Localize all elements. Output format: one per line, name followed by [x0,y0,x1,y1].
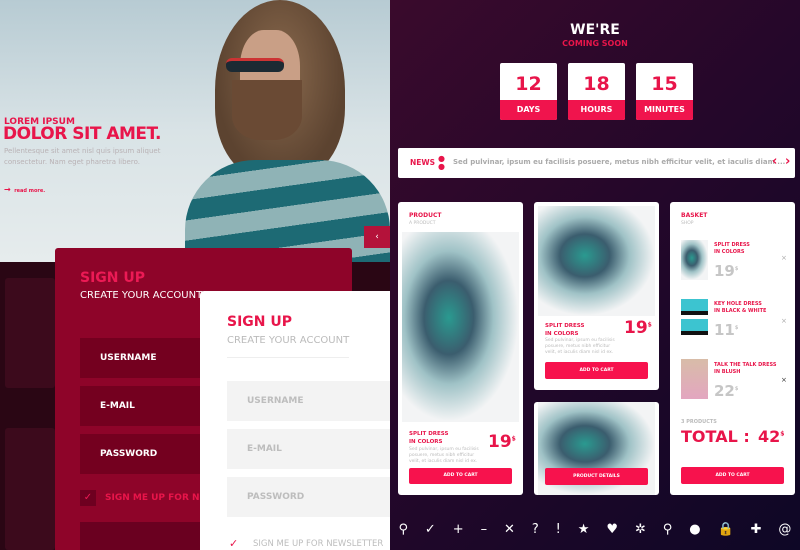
background-card [5,428,55,550]
coming-soon-title: WE'RE [570,22,620,38]
total-label: TOTAL : [681,427,750,446]
add-to-cart-button[interactable]: ADD TO CART [545,362,648,379]
item-name: KEY HOLE DRESS IN BLACK & WHITE [714,301,767,314]
star-icon[interactable]: ★ [578,522,590,537]
item-thumbnail [681,240,708,280]
news-label: NEWS [410,158,436,167]
hero-photo-glasses [226,58,284,72]
remove-item-icon[interactable]: × [781,317,787,325]
check-icon: ✓ [83,492,93,503]
item-name: SPLIT DRESS IN COLORS [714,242,750,255]
hero-slider: LOREM IPSUM DOLOR SIT AMET. Pellentesque… [0,0,390,262]
background-card [5,278,55,388]
product-description: Sed pulvinar, ipsum eu facilisis posuere… [545,338,615,355]
product-card-large: PRODUCT A PRODUCT SPLIT DRESS IN COLORS S… [398,202,523,495]
news-next-button[interactable]: › [785,154,790,169]
plus-bold-icon[interactable]: ✚ [751,522,762,537]
basket-card: BASKET SHOP SPLIT DRESS IN COLORS 19$ × K… [670,202,795,495]
search-icon[interactable]: ⚲ [398,522,408,537]
exclamation-icon[interactable]: ! [556,522,561,537]
add-to-cart-button[interactable]: ADD TO CART [681,467,784,484]
slider-prev-button[interactable]: ‹ [364,226,390,248]
arrow-right-icon: → [4,185,11,194]
username-field[interactable]: USERNAME [227,381,390,421]
product-image[interactable] [538,206,655,316]
newsletter-checkbox[interactable]: ✓ [80,490,96,506]
lock-icon[interactable]: 🔒 [717,522,733,537]
signup-title: SIGN UP [80,270,146,286]
chat-icon[interactable]: ● [689,522,700,537]
dots-icon: ● ● [438,154,445,171]
hero-photo-shirt [185,160,390,262]
heart-icon[interactable]: ♥ [606,522,618,537]
newsletter-label: SIGN ME UP FOR NEWSLETTER [253,539,384,549]
item-price: 22$ [714,382,739,400]
product-price: 19$ [488,432,516,452]
countdown-value: 12 [515,73,542,95]
product-count: 3 PRODUCTS [681,419,717,425]
basket-title: BASKET [681,212,708,219]
product-card: SPLIT DRESS IN COLORS Sed pulvinar, ipsum… [534,202,659,390]
divider [227,357,349,358]
news-prev-button[interactable]: ‹ [772,154,777,169]
password-field[interactable]: PASSWORD [227,477,390,517]
location-pin-icon[interactable]: ⚲ [663,522,673,537]
remove-item-icon[interactable]: × [781,376,787,384]
news-ticker: NEWS ● ● Sed pulvinar, ipsum eu facilisis… [398,148,795,178]
countdown-value: 15 [651,73,678,95]
icon-bar: ⚲ ✓ + – ✕?! ★ ♥ ✲ ⚲ ● 🔒 ✚ @ [390,522,800,537]
basket-subtitle: SHOP [681,221,694,226]
hero-headline: DOLOR SIT AMET. [3,124,162,144]
product-image[interactable] [402,232,519,422]
close-icon[interactable]: ✕ [504,522,515,537]
signup-subtitle: CREATE YOUR ACCOUNT [227,335,350,346]
check-icon[interactable]: ✓ [425,522,436,537]
product-card-details: PRODUCT DETAILS [534,402,659,495]
signup-card-light: SIGN UP CREATE YOUR ACCOUNT USERNAME E-M… [200,291,390,550]
gear-icon[interactable]: ✲ [635,522,646,537]
product-details-button[interactable]: PRODUCT DETAILS [545,468,648,485]
hero-photo-beard [232,80,302,140]
product-name: SPLIT DRESS IN COLORS [409,431,449,445]
countdown-days: 12 DAYS [500,63,557,120]
countdown-label: HOURS [568,100,625,120]
right-panel: WE'RE COMING SOON 12 DAYS 18 HOURS 15 MINUT… [390,0,800,550]
item-price: 19$ [714,262,739,280]
read-more-label: read more. [14,188,46,194]
product-price: 19$ [624,318,652,338]
read-more-link[interactable]: → read more. [4,185,45,194]
at-icon[interactable]: @ [778,522,791,537]
email-field[interactable]: E-MAIL [227,429,390,469]
news-text[interactable]: Sed pulvinar, ipsum eu facilisis posuere… [453,158,785,166]
item-thumbnail [681,359,708,399]
total-value: 42$ [758,427,785,446]
countdown-label: MINUTES [636,100,693,120]
product-name: SPLIT DRESS IN COLORS [545,323,585,337]
left-panel: LOREM IPSUM DOLOR SIT AMET. Pellentesque… [0,0,390,550]
coming-soon-subtitle: COMING SOON [562,39,628,48]
product-title: PRODUCT [409,212,442,219]
countdown-minutes: 15 MINUTES [636,63,693,120]
check-icon: ✓ [229,537,239,550]
question-icon[interactable]: ? [532,522,539,537]
product-description: Sed pulvinar, ipsum eu facilisis posuere… [409,447,479,464]
product-subtitle: A PRODUCT [409,221,436,226]
newsletter-checkbox[interactable]: ✓ [229,537,238,550]
countdown-value: 18 [583,73,610,95]
signup-subtitle: CREATE YOUR ACCOUNT [80,290,203,301]
countdown-hours: 18 HOURS [568,63,625,120]
add-to-cart-button[interactable]: ADD TO CART [409,468,512,484]
hero-lead: Pellentesque sit amet nisl quis ipsum al… [4,147,161,166]
item-thumbnail [681,299,708,339]
minus-icon[interactable]: – [481,522,488,537]
item-price: 11$ [714,321,739,339]
plus-icon[interactable]: + [453,522,464,537]
signup-title: SIGN UP [227,314,293,330]
countdown-label: DAYS [500,100,557,120]
remove-item-icon[interactable]: × [781,254,787,262]
item-name: TALK THE TALK DRESS IN BLUSH [714,362,777,375]
